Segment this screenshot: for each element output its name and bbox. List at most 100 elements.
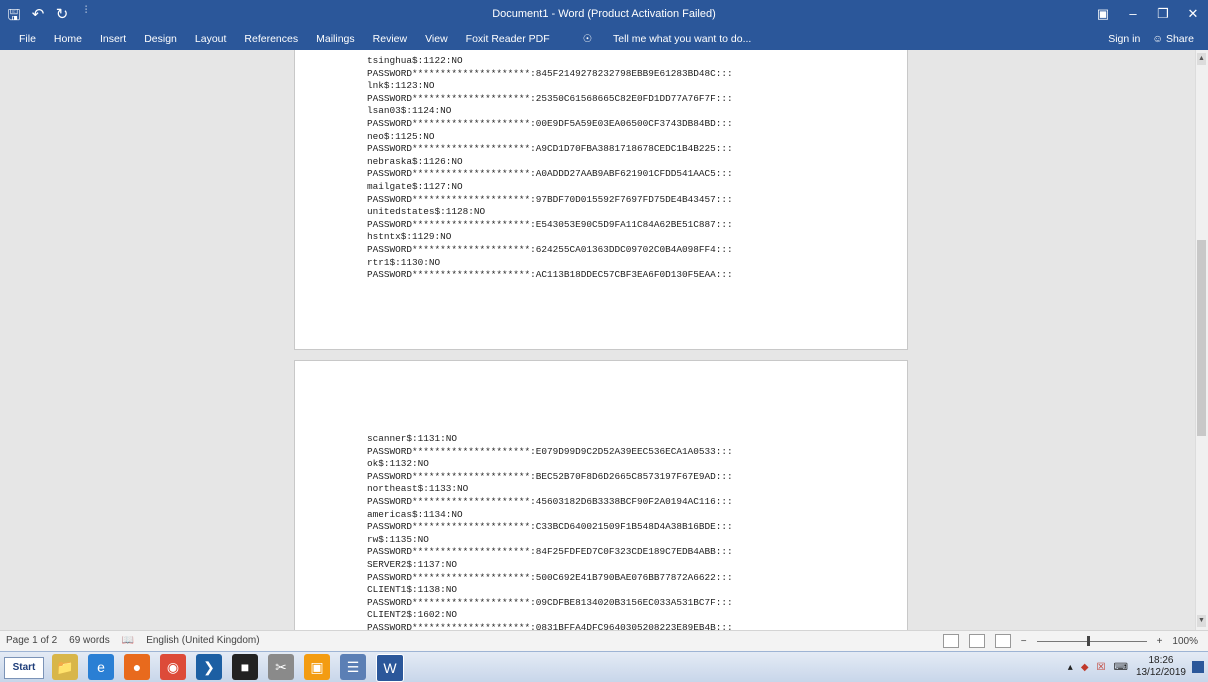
document-line: PASSWORD*********************:25350C6156… [367, 92, 733, 104]
zoom-in-icon[interactable]: + [1157, 636, 1163, 647]
title-bar: 🖫 ↶ ↻ ⫶ Document1 - Word (Product Activa… [0, 0, 1208, 30]
document-line: hstntx$:1129:NO [367, 231, 452, 243]
document-line: rtr1$:1130:NO [367, 256, 441, 268]
document-line: PASSWORD*********************:500C692E41… [367, 571, 733, 583]
tab-insert[interactable]: Insert [91, 33, 135, 45]
tab-view[interactable]: View [416, 33, 457, 45]
tab-layout[interactable]: Layout [186, 33, 236, 45]
clock-date: 13/12/2019 [1135, 667, 1186, 678]
clock-time: 18:26 [1148, 655, 1174, 666]
start-button[interactable]: Start [4, 657, 44, 679]
tell-me-search[interactable]: ☉ Tell me what you want to do... [565, 33, 770, 45]
page-1-text: tsinghua$:1122:NO PASSWORD***************… [367, 55, 733, 282]
restore-icon[interactable]: ❐ [1148, 0, 1178, 30]
network-icon[interactable]: ☒ [1097, 662, 1106, 673]
zoom-slider[interactable] [1036, 635, 1147, 646]
word-count[interactable]: 69 words [69, 635, 110, 646]
tell-me-label: Tell me what you want to do... [613, 33, 752, 45]
close-icon[interactable]: ✕ [1178, 0, 1208, 30]
document-canvas[interactable]: tsinghua$:1122:NO PASSWORD***************… [0, 50, 1196, 630]
print-layout-icon[interactable] [968, 634, 985, 648]
powershell-icon[interactable]: ❯ [196, 654, 222, 680]
document-page-1[interactable]: tsinghua$:1122:NO PASSWORD***************… [294, 50, 908, 350]
lightbulb-icon: ☉ [582, 33, 593, 45]
tab-review[interactable]: Review [364, 33, 416, 45]
tab-design[interactable]: Design [135, 33, 186, 45]
document-line: CLIENT1$:1138:NO [367, 584, 458, 596]
tab-home[interactable]: Home [45, 33, 91, 45]
document-line: PASSWORD*********************:E079D99D9C… [367, 445, 733, 457]
scrollbar-thumb[interactable] [1197, 240, 1206, 436]
show-desktop-button[interactable] [1192, 661, 1204, 673]
scroll-up-icon[interactable]: ▲ [1197, 53, 1206, 65]
document-line: PASSWORD*********************:A9CD1D70FB… [367, 143, 733, 155]
document-line: PASSWORD*********************:845F214927… [367, 67, 733, 79]
antivirus-icon[interactable]: ◆ [1081, 662, 1089, 673]
tab-file[interactable]: File [10, 33, 45, 45]
document-line: northeast$:1133:NO [367, 483, 469, 495]
share-label: Share [1165, 33, 1194, 45]
document-line: PASSWORD*********************:97BDF70D01… [367, 193, 733, 205]
document-line: americas$:1134:NO [367, 508, 463, 520]
internet-explorer-icon[interactable]: e [88, 654, 114, 680]
notepad-icon[interactable]: ☰ [340, 654, 366, 680]
status-bar: Page 1 of 2 69 words 📖 English (United K… [0, 630, 1208, 651]
document-line: PASSWORD*********************:45603182D6… [367, 495, 733, 507]
document-line: tsinghua$:1122:NO [367, 55, 463, 66]
proofing-icon[interactable]: 📖 [122, 635, 134, 646]
document-line: rw$:1135:NO [367, 533, 429, 545]
document-line: CLIENT2$:1602:NO [367, 609, 458, 621]
tab-mailings[interactable]: Mailings [307, 33, 364, 45]
command-prompt-icon[interactable]: ■ [232, 654, 258, 680]
chrome-icon[interactable]: ◉ [160, 654, 186, 680]
show-hidden-icons-icon[interactable]: ▴ [1068, 662, 1073, 673]
document-line: PASSWORD*********************:E543053E90… [367, 218, 733, 230]
document-line: neo$:1125:NO [367, 130, 435, 142]
vertical-scrollbar[interactable]: ▲ ▼ [1195, 50, 1208, 630]
document-line: PASSWORD*********************:624255CA01… [367, 243, 733, 255]
document-line: unitedstates$:1128:NO [367, 206, 486, 218]
document-line: mailgate$:1127:NO [367, 180, 463, 192]
share-button[interactable]: ☺ Share [1152, 33, 1194, 45]
document-line: PASSWORD*********************:A0ADDD27AA… [367, 168, 733, 180]
zoom-out-icon[interactable]: − [1021, 636, 1027, 647]
taskbar: Start 📁 e ● ◉ ❯ ■ ✂ ▣ ☰ W ▴ ◆ ☒ ⌨ 18:26 … [0, 651, 1208, 682]
document-line: SERVER2$:1137:NO [367, 558, 458, 570]
page-count[interactable]: Page 1 of 2 [6, 635, 57, 646]
system-clock[interactable]: 18:26 13/12/2019 [1136, 655, 1186, 679]
document-line: ok$:1132:NO [367, 458, 429, 470]
document-line: nebraska$:1126:NO [367, 155, 463, 167]
document-line: PASSWORD*********************:AC113B18DD… [367, 269, 733, 281]
read-mode-icon[interactable] [942, 634, 959, 648]
language-indicator[interactable]: English (United Kingdom) [146, 635, 259, 646]
file-explorer-icon[interactable]: 📁 [52, 654, 78, 680]
document-line: PASSWORD*********************:C33BCD6400… [367, 521, 733, 533]
document-line: PASSWORD*********************:00E9DF5A59… [367, 117, 733, 129]
minimize-icon[interactable]: – [1118, 0, 1148, 30]
firefox-icon[interactable]: ● [124, 654, 150, 680]
window-title: Document1 - Word (Product Activation Fai… [492, 8, 716, 20]
document-line: lsan03$:1124:NO [367, 105, 452, 117]
keyboard-icon[interactable]: ⌨ [1114, 662, 1128, 673]
zoom-level[interactable]: 100% [1172, 636, 1198, 647]
tab-references[interactable]: References [235, 33, 307, 45]
document-line: PASSWORD*********************:84F25FDFED… [367, 546, 733, 558]
ribbon-tabs: File Home Insert Design Layout Reference… [0, 30, 1208, 50]
window-controls: ▣ – ❐ ✕ [1088, 0, 1208, 30]
document-line: lnk$:1123:NO [367, 80, 435, 92]
remote-desktop-icon[interactable]: ▣ [304, 654, 330, 680]
document-line: PASSWORD*********************:0831BFFA4D… [367, 621, 733, 630]
snipping-tool-icon[interactable]: ✂ [268, 654, 294, 680]
word-icon[interactable]: W [376, 654, 404, 682]
tab-foxit-reader-pdf[interactable]: Foxit Reader PDF [457, 33, 559, 45]
document-line: scanner$:1131:NO [367, 433, 458, 444]
sign-in-link[interactable]: Sign in [1108, 33, 1140, 45]
web-layout-icon[interactable] [994, 634, 1011, 648]
ribbon-display-icon[interactable]: ▣ [1088, 0, 1118, 30]
scroll-down-icon[interactable]: ▼ [1197, 615, 1206, 627]
document-page-2[interactable]: scanner$:1131:NO PASSWORD****************… [294, 360, 908, 630]
document-line: PASSWORD*********************:BEC52B70F8… [367, 470, 733, 482]
person-icon: ☺ [1152, 33, 1164, 45]
page-2-text: scanner$:1131:NO PASSWORD****************… [367, 433, 733, 630]
document-line: PASSWORD*********************:09CDFBE813… [367, 596, 733, 608]
